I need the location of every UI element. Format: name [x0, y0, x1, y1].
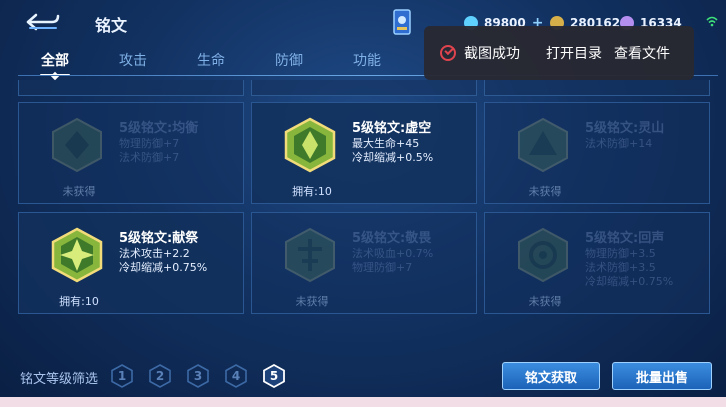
- rune-gem-icon: [51, 227, 103, 283]
- back-arrow-icon[interactable]: [18, 10, 62, 34]
- owned-count: 拥有:10: [292, 185, 332, 198]
- screenshot-toast: 截图成功 打开目录 查看文件: [424, 26, 694, 80]
- rune-stat: 冷却缩减+0.75%: [119, 261, 208, 274]
- rune-gem-icon: [285, 227, 335, 283]
- level-filter-4[interactable]: 4: [224, 364, 248, 388]
- rune-card-icon[interactable]: [392, 8, 412, 36]
- page-title: 铭文: [95, 16, 128, 35]
- view-file-link[interactable]: 查看文件: [614, 43, 670, 63]
- level-filter-label: 铭文等级筛选: [20, 372, 99, 387]
- tab-attack[interactable]: 攻击: [94, 44, 172, 74]
- row-strip: [484, 80, 710, 96]
- rune-name: 5级铭文:均衡: [119, 121, 199, 136]
- owned-count: 拥有:10: [59, 295, 99, 308]
- rune-name: 5级铭文:献祭: [119, 231, 199, 246]
- category-tabs: 全部 攻击 生命 防御 功能: [16, 44, 406, 76]
- rune-name: 5级铭文:灵山: [585, 121, 665, 136]
- rune-card[interactable]: 5级铭文:灵山 法术防御+14 未获得: [484, 102, 710, 204]
- row-strip: [18, 80, 244, 96]
- level-number: 5: [269, 369, 279, 383]
- tab-defense[interactable]: 防御: [250, 44, 328, 74]
- bottom-strip: [0, 397, 726, 407]
- rune-stat: 法术防御+14: [585, 137, 653, 150]
- success-check-icon: [440, 45, 456, 61]
- rune-screen: 铭文 89800 + 280162 16334 全部 攻击 生命 防御 功能 5…: [0, 0, 726, 397]
- open-directory-link[interactable]: 打开目录: [546, 43, 602, 63]
- rune-card[interactable]: 5级铭文:回声 物理防御+3.5 法术防御+3.5 冷却缩减+0.75% 未获得: [484, 212, 710, 314]
- tab-all[interactable]: 全部: [16, 44, 94, 76]
- owned-count: 未获得: [528, 185, 562, 198]
- rune-gem-icon: [52, 117, 102, 173]
- level-number: 2: [155, 369, 165, 383]
- level-filter-5[interactable]: 5: [262, 363, 286, 389]
- rune-gem-icon: [284, 117, 336, 173]
- toast-message: 截图成功: [464, 46, 520, 62]
- level-number: 1: [117, 369, 127, 383]
- row-strip: [251, 80, 477, 96]
- rune-name: 5级铭文:虚空: [352, 121, 432, 136]
- level-filter-2[interactable]: 2: [148, 364, 172, 388]
- level-filter-1[interactable]: 1: [110, 364, 134, 388]
- level-number: 3: [193, 369, 203, 383]
- tab-health[interactable]: 生命: [172, 44, 250, 74]
- bulk-sell-button[interactable]: 批量出售: [612, 362, 712, 390]
- rune-card[interactable]: 5级铭文:虚空 最大生命+45 冷却缩减+0.5% 拥有:10: [251, 102, 477, 204]
- owned-count: 未获得: [528, 295, 562, 308]
- rune-card[interactable]: 5级铭文:献祭 法术攻击+2.2 冷却缩减+0.75% 拥有:10: [18, 212, 244, 314]
- rune-grid: 5级铭文:均衡 物理防御+7 法术防御+7 未获得 5级铭文:虚空 最大生命+4…: [18, 80, 718, 316]
- owned-count: 未获得: [295, 295, 329, 308]
- wifi-icon: [706, 16, 718, 27]
- rune-gem-icon: [518, 117, 568, 173]
- rune-stat: 物理防御+7: [352, 261, 413, 274]
- level-filter-3[interactable]: 3: [186, 364, 210, 388]
- rune-card[interactable]: 5级铭文:敬畏 法术吸血+0.7% 物理防御+7 未获得: [251, 212, 477, 314]
- owned-count: 未获得: [62, 185, 96, 198]
- tab-function[interactable]: 功能: [328, 44, 406, 74]
- rune-name: 5级铭文:回声: [585, 231, 665, 246]
- rune-card[interactable]: 5级铭文:均衡 物理防御+7 法术防御+7 未获得: [18, 102, 244, 204]
- rune-stat: 冷却缩减+0.75%: [585, 275, 674, 288]
- rune-gem-icon: [518, 227, 568, 283]
- level-number: 4: [231, 369, 241, 383]
- rune-acquire-button[interactable]: 铭文获取: [502, 362, 600, 390]
- rune-stat: 冷却缩减+0.5%: [352, 151, 434, 164]
- rune-name: 5级铭文:敬畏: [352, 231, 432, 246]
- rune-stat: 法术防御+7: [119, 151, 180, 164]
